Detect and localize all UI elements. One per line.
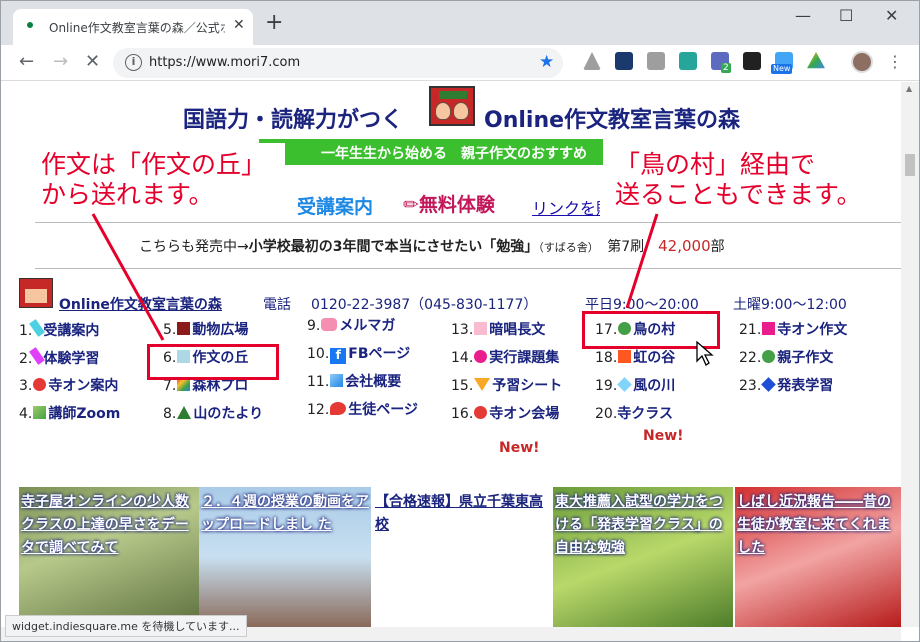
url-text[interactable]: https://www.mori7.com [149, 55, 300, 70]
info-icon[interactable]: i [125, 54, 142, 71]
new-tab-button[interactable]: + [265, 12, 283, 34]
scroll-up-icon[interactable]: ▲ [906, 84, 912, 93]
bookmark-ext-icon[interactable] [615, 52, 633, 70]
bookmark-star-icon[interactable]: ★ [539, 52, 554, 72]
minimize-button[interactable]: — [795, 6, 811, 25]
forward-arrow-icon[interactable]: → [53, 51, 68, 72]
news-ext-icon[interactable]: New [771, 52, 793, 74]
check-ext-icon[interactable] [647, 52, 665, 70]
google-drive-icon[interactable] [807, 52, 825, 69]
ext-badge-count: 2 [721, 63, 731, 73]
scroll-thumb[interactable] [905, 154, 915, 176]
favicon-icon [27, 22, 33, 28]
drive-triangle-icon[interactable] [583, 52, 601, 70]
tab-strip: Online作文教室言葉の森／公式ホ ✕ + — ☐ ✕ [1, 1, 919, 45]
browser-window: Online作文教室言葉の森／公式ホ ✕ + — ☐ ✕ ← → ✕ i htt… [0, 0, 920, 642]
arrow-line-left [91, 213, 165, 341]
browser-tab[interactable]: Online作文教室言葉の森／公式ホ ✕ [13, 9, 253, 45]
browser-toolbar: ← → ✕ i https://www.mori7.com ★ 2 New ⋮ [1, 45, 919, 81]
maximize-button[interactable]: ☐ [839, 6, 853, 25]
web-page: 国語力・読解力がつく Online作文教室言葉の森 一年生生から始める 親子作文… [1, 82, 901, 627]
stop-loading-icon[interactable]: ✕ [85, 51, 100, 72]
mouse-cursor-icon [696, 341, 714, 366]
address-bar[interactable]: i https://www.mori7.com ★ [113, 48, 563, 78]
menu-kebab-icon[interactable]: ⋮ [887, 52, 903, 71]
annotation-arrows [91, 213, 659, 341]
back-arrow-icon[interactable]: ← [19, 51, 34, 72]
profile-avatar[interactable] [851, 51, 873, 73]
ext-new-label: New [771, 64, 793, 74]
fast-forward-ext-icon[interactable] [743, 52, 761, 70]
arrow-line-right [625, 213, 659, 309]
status-bar: widget.indiesquare.me を待機しています... [5, 615, 247, 637]
tab-close-icon[interactable]: ✕ [233, 17, 245, 33]
vertical-scrollbar[interactable]: ▲ [901, 82, 919, 627]
code-ext-icon[interactable]: 2 [711, 52, 731, 73]
evernote-ext-icon[interactable] [679, 52, 697, 70]
close-window-button[interactable]: ✕ [885, 6, 898, 25]
tab-title: Online作文教室言葉の森／公式ホ [49, 21, 225, 35]
